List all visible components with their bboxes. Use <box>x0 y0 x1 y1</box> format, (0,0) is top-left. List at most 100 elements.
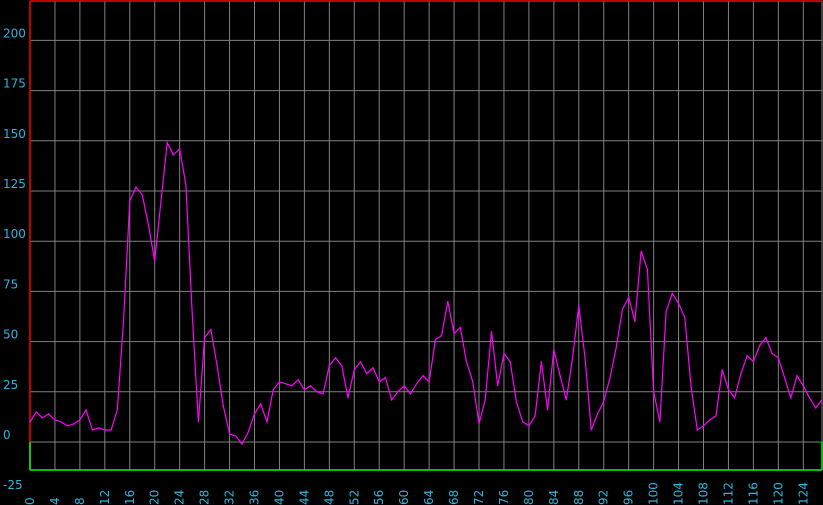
data-point <box>771 353 773 355</box>
data-point <box>727 389 730 391</box>
data-point <box>147 224 150 226</box>
data-point <box>172 154 175 156</box>
data-point <box>490 330 493 333</box>
x-tick-label: 40 <box>272 490 286 505</box>
data-point <box>366 373 368 375</box>
x-tick-label: 44 <box>297 490 311 505</box>
data-point <box>702 425 705 427</box>
data-point <box>235 435 237 437</box>
x-tick-label: 64 <box>422 490 436 505</box>
data-point <box>540 361 542 363</box>
data-point <box>378 381 380 383</box>
data-point <box>796 375 798 377</box>
data-point <box>565 399 567 401</box>
x-tick-label: 100 <box>647 482 661 505</box>
x-tick-label: 116 <box>746 482 760 505</box>
data-point <box>783 377 786 379</box>
data-point <box>690 385 692 387</box>
x-tick-label: 60 <box>397 490 411 505</box>
x-tick-label: 32 <box>223 490 237 505</box>
x-tick-label: 8 <box>73 497 87 505</box>
line-chart: -250255075100125150175200225250275300325… <box>0 0 823 505</box>
data-point <box>272 389 274 391</box>
data-point <box>291 385 293 387</box>
data-point <box>634 320 636 323</box>
data-point <box>653 391 655 393</box>
x-tick-label: 84 <box>547 490 561 505</box>
data-point <box>721 369 723 371</box>
data-point <box>397 391 399 393</box>
y-tick-label: 125 <box>3 177 26 191</box>
data-point <box>328 365 330 367</box>
data-point <box>808 397 811 399</box>
x-tick-label: 108 <box>697 482 711 505</box>
data-point <box>665 310 667 313</box>
data-point <box>85 409 87 411</box>
data-point <box>141 194 143 196</box>
data-point <box>484 399 486 401</box>
data-point <box>285 383 287 385</box>
data-point <box>522 421 524 423</box>
data-point <box>154 260 156 262</box>
data-point <box>403 385 405 387</box>
data-point <box>409 393 412 395</box>
data-point <box>135 186 137 188</box>
data-point <box>503 353 505 355</box>
data-point <box>646 268 648 270</box>
y-tick-label: 150 <box>3 127 26 141</box>
data-point <box>353 369 355 371</box>
data-point <box>752 361 755 363</box>
data-point <box>790 397 792 399</box>
data-point <box>91 429 93 431</box>
data-point <box>116 409 118 411</box>
x-tick-label: 56 <box>372 490 386 505</box>
data-point <box>322 393 324 395</box>
data-point <box>428 381 430 383</box>
data-point <box>297 379 299 381</box>
y-tick-label: 175 <box>3 77 26 91</box>
x-tick-label: 112 <box>721 482 735 505</box>
data-point <box>596 413 599 415</box>
data-point <box>166 142 168 144</box>
data-point <box>534 415 536 417</box>
data-point <box>497 385 499 387</box>
data-point <box>677 302 680 305</box>
data-point <box>590 429 592 431</box>
data-point <box>241 443 243 445</box>
data-point <box>453 332 455 335</box>
data-point <box>160 200 162 202</box>
data-point <box>391 399 393 401</box>
x-tick-label: 96 <box>622 490 636 505</box>
data-point <box>228 433 231 435</box>
data-point <box>372 367 374 369</box>
data-point <box>122 320 125 323</box>
data-point <box>459 326 461 329</box>
data-point <box>609 377 611 379</box>
x-tick-label: 124 <box>796 482 810 505</box>
y-tick-label: 0 <box>3 428 11 442</box>
data-point <box>553 349 555 351</box>
y-tick-label: 25 <box>3 378 18 392</box>
x-tick-label: 0 <box>23 497 37 505</box>
x-tick-label: 16 <box>123 490 137 505</box>
x-tick-label: 24 <box>173 490 187 505</box>
data-point <box>621 308 624 311</box>
data-point <box>434 338 436 341</box>
x-tick-label: 88 <box>572 490 586 505</box>
data-point <box>104 429 106 431</box>
data-point <box>528 425 530 427</box>
data-point <box>715 415 717 417</box>
y-tick-label: 100 <box>3 227 26 241</box>
data-point <box>73 423 75 425</box>
y-tick-label: -25 <box>3 478 23 492</box>
data-point <box>584 357 586 359</box>
data-point <box>559 375 561 377</box>
x-tick-label: 52 <box>347 490 361 505</box>
data-point <box>129 200 131 202</box>
data-point <box>97 427 100 429</box>
x-tick-label: 48 <box>322 490 336 505</box>
data-point <box>821 399 823 401</box>
data-point <box>447 300 449 303</box>
data-point <box>746 355 748 357</box>
y-tick-label: 200 <box>3 26 26 40</box>
